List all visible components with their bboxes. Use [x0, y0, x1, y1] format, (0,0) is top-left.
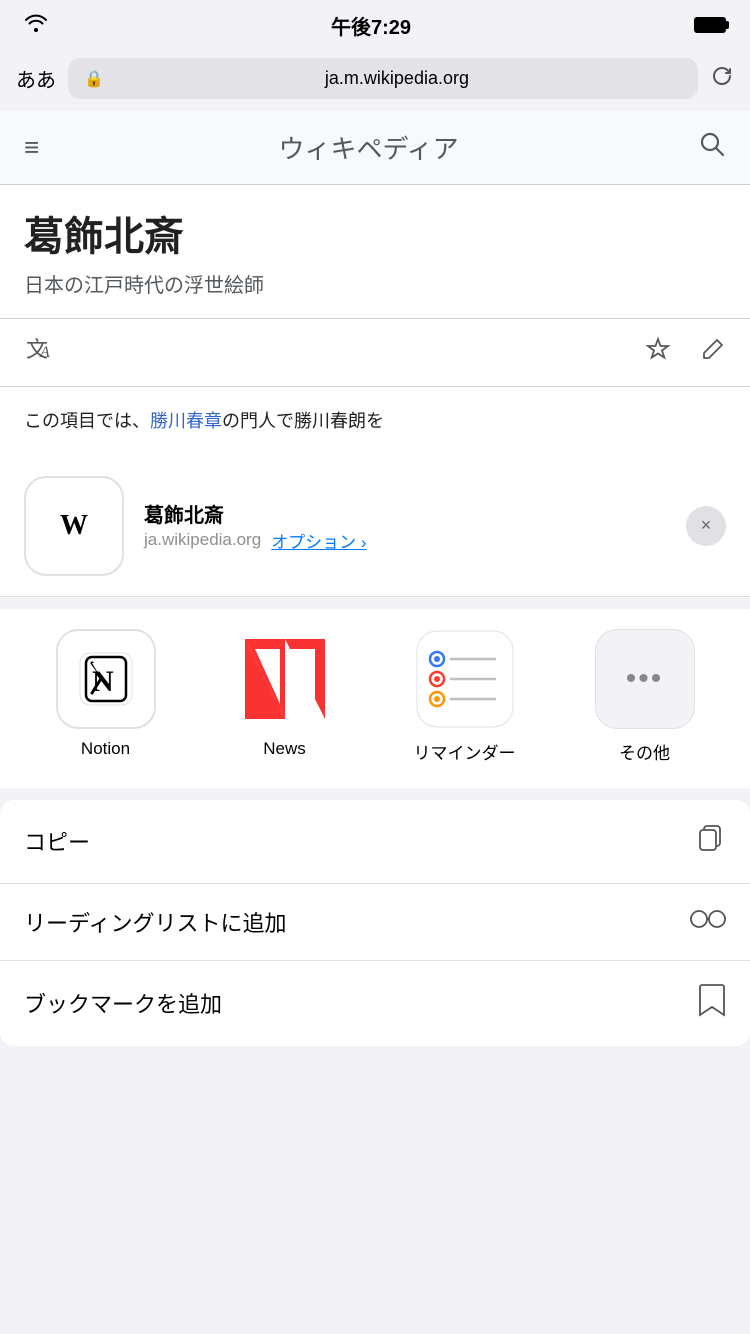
wiki-menu-icon[interactable]: ≡ — [24, 132, 39, 163]
app-item-reminders[interactable]: リマインダー — [414, 629, 516, 764]
reload-button[interactable] — [710, 64, 734, 94]
notion-app-label: Notion — [81, 739, 130, 759]
wiki-link-spring[interactable]: 勝川春章 — [150, 411, 222, 431]
wiki-header: ≡ ウィキペディア — [0, 111, 750, 185]
wiki-toolbar: 文 A — [0, 319, 750, 387]
copy-icon — [694, 822, 726, 861]
share-card-wiki-icon: W — [24, 476, 124, 576]
news-app-icon — [235, 629, 335, 729]
notion-app-icon: N — [56, 629, 156, 729]
share-card-url: ja.wikipedia.org — [144, 530, 261, 550]
app-share-row: N Notion — [0, 609, 750, 788]
share-card-info: 葛飾北斎 ja.wikipedia.org オプション › — [144, 499, 666, 553]
action-reading-list[interactable]: リーディングリストに追加 — [0, 884, 750, 961]
bookmark-icon — [698, 983, 726, 1024]
wiki-article-header: 葛飾北斎 日本の江戸時代の浮世絵師 — [0, 185, 750, 319]
action-bookmark[interactable]: ブックマークを追加 — [0, 961, 750, 1046]
action-copy-label: コピー — [24, 825, 90, 857]
wiki-text-before: この項目では、 — [24, 411, 150, 431]
wiki-page-subtitle: 日本の江戸時代の浮世絵師 — [24, 269, 726, 298]
more-app-icon: ••• — [595, 629, 695, 729]
reminders-app-icon — [415, 629, 515, 729]
address-bar: ああ 🔒 ja.m.wikipedia.org — [0, 50, 750, 111]
share-card-option-link[interactable]: オプション › — [271, 528, 366, 553]
app-item-notion[interactable]: N Notion — [56, 629, 156, 764]
wiki-toolbar-right — [644, 335, 726, 370]
lock-icon: 🔒 — [84, 69, 104, 89]
font-size-button[interactable]: ああ — [16, 64, 56, 93]
share-card-close-button[interactable]: × — [686, 506, 726, 546]
wiki-article-text: この項目では、勝川春章の門人で勝川春朗を — [0, 387, 750, 456]
reminders-app-label: リマインダー — [414, 739, 516, 764]
url-text: ja.m.wikipedia.org — [112, 68, 682, 89]
wiki-page-title: 葛飾北斎 — [24, 213, 726, 261]
status-bar: 午後7:29 — [0, 0, 750, 50]
share-sheet: W 葛飾北斎 ja.wikipedia.org オプション › × — [0, 456, 750, 1046]
share-card-title: 葛飾北斎 — [144, 499, 666, 528]
wiki-search-icon[interactable] — [698, 130, 726, 165]
action-bookmark-label: ブックマークを追加 — [24, 987, 222, 1019]
wifi-icon — [24, 14, 48, 37]
url-field[interactable]: 🔒 ja.m.wikipedia.org — [68, 58, 698, 99]
action-reading-list-label: リーディングリストに追加 — [24, 906, 286, 938]
status-time: 午後7:29 — [331, 11, 411, 40]
status-right-icons — [694, 17, 726, 33]
wiki-edit-icon[interactable] — [700, 336, 726, 369]
share-sheet-container: W 葛飾北斎 ja.wikipedia.org オプション › × — [0, 456, 750, 1046]
svg-text:A: A — [39, 344, 50, 361]
wiki-star-icon[interactable] — [644, 335, 672, 370]
wiki-site-title: ウィキペディア — [278, 129, 458, 166]
wiki-language-icon[interactable]: 文 A — [24, 335, 56, 370]
wiki-text-after: の門人で勝川春朗を — [222, 411, 384, 431]
action-copy[interactable]: コピー — [0, 800, 750, 884]
battery-icon — [694, 17, 726, 33]
news-app-label: News — [263, 739, 306, 759]
svg-text:N: N — [92, 665, 114, 698]
action-section: コピー リーディングリストに追加 — [0, 800, 750, 1046]
app-item-news[interactable]: News — [235, 629, 335, 764]
app-item-more[interactable]: ••• その他 — [595, 629, 695, 764]
share-card: W 葛飾北斎 ja.wikipedia.org オプション › × — [0, 456, 750, 597]
glasses-icon — [690, 906, 726, 937]
more-app-label: その他 — [619, 739, 670, 764]
